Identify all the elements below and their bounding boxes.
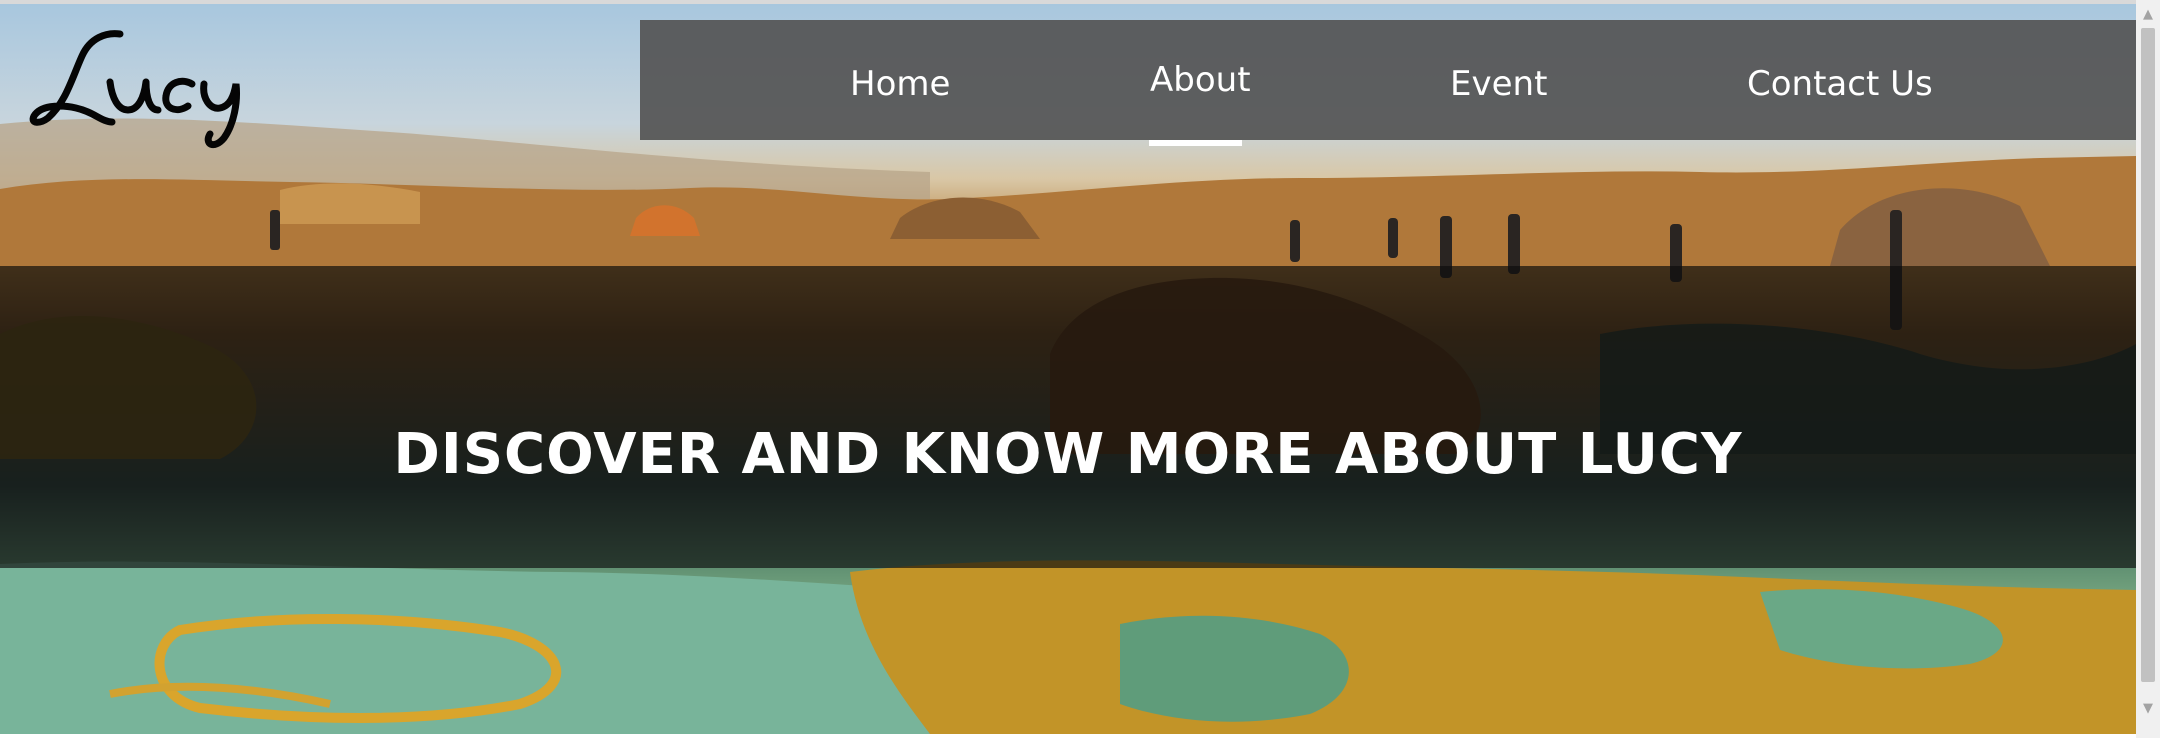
nav-about-link[interactable]: About bbox=[1150, 58, 1251, 102]
nav-contact-link[interactable]: Contact Us bbox=[1747, 62, 1933, 106]
brand-logo[interactable] bbox=[28, 14, 258, 154]
scrollbar-thumb[interactable] bbox=[2141, 28, 2155, 682]
logo-signature-graphic bbox=[29, 30, 240, 149]
active-nav-indicator bbox=[1149, 140, 1242, 146]
arrow-up-icon[interactable]: ▲ bbox=[2136, 6, 2160, 24]
vertical-scrollbar[interactable]: ▲ ▼ bbox=[2136, 0, 2160, 738]
hero-headline: DISCOVER AND KNOW MORE ABOUT LUCY bbox=[393, 421, 1743, 487]
hero-text-overlay bbox=[0, 266, 2136, 568]
nav-event-link[interactable]: Event bbox=[1450, 62, 1547, 106]
main-navigation: Home About Event Contact Us bbox=[640, 20, 2136, 146]
arrow-down-icon[interactable]: ▼ bbox=[2136, 700, 2160, 718]
nav-home-link[interactable]: Home bbox=[850, 62, 950, 106]
rock-formation-left bbox=[280, 183, 420, 224]
